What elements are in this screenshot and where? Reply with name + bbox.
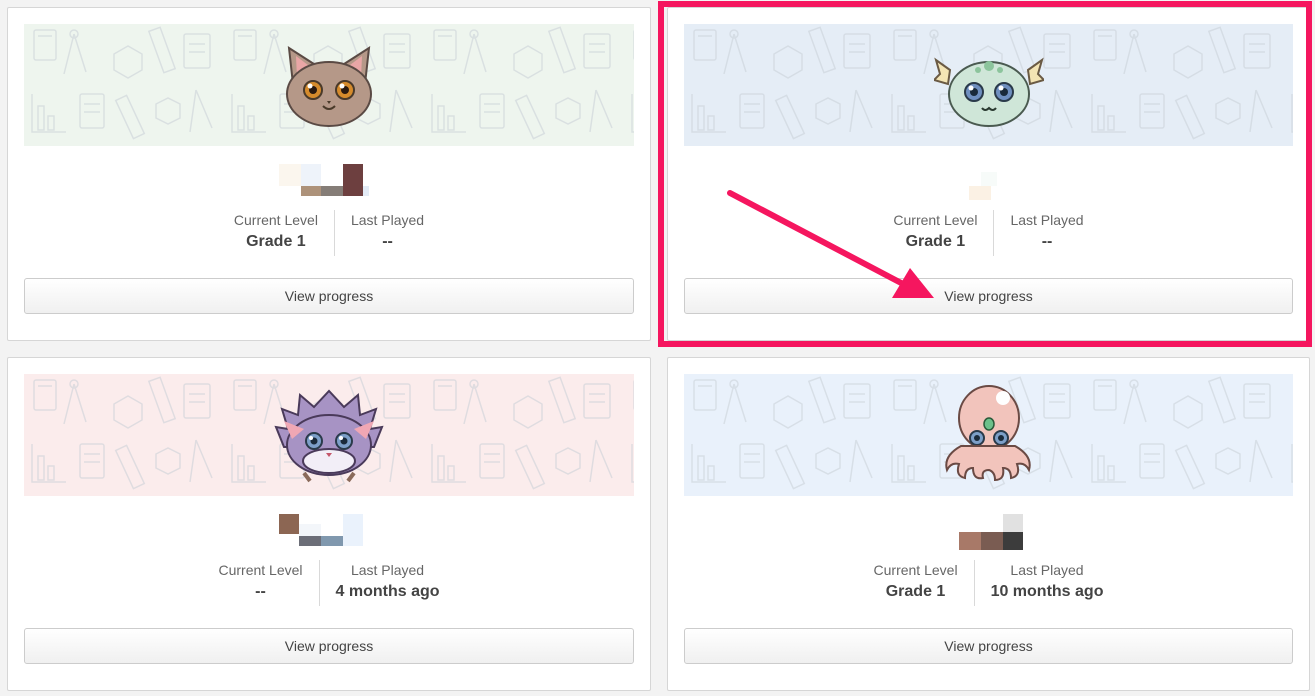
last-played-value: 4 months ago — [335, 583, 440, 600]
student-name-redacted — [279, 164, 379, 198]
card-banner — [684, 374, 1293, 496]
card-stats: Current Level Grade 1 Last Played -- — [668, 210, 1309, 256]
last-played-value: -- — [382, 233, 393, 250]
current-level-label: Current Level — [233, 212, 318, 228]
current-level: Current Level -- — [202, 560, 318, 606]
current-level-label: Current Level — [893, 212, 978, 228]
current-level-value: Grade 1 — [905, 233, 966, 250]
current-level: Current Level Grade 1 — [218, 210, 334, 256]
current-level-value: Grade 1 — [885, 583, 946, 600]
card-stats: Current Level Grade 1 Last Played 10 mon… — [668, 560, 1309, 606]
cat-avatar-icon — [286, 46, 372, 127]
current-level-value: Grade 1 — [246, 233, 306, 250]
last-played-label: Last Played — [1010, 562, 1084, 578]
current-level-label: Current Level — [873, 562, 958, 578]
student-card: Current Level -- Last Played 4 months ag… — [7, 357, 651, 691]
card-banner — [24, 374, 634, 496]
last-played-label: Last Played — [1010, 212, 1084, 228]
last-played-value: -- — [1041, 233, 1053, 250]
last-played: Last Played 4 months ago — [318, 560, 456, 606]
last-played: Last Played 10 months ago — [973, 560, 1120, 606]
card-banner — [24, 24, 634, 146]
hedgehog-avatar-icon — [274, 389, 384, 483]
student-name-redacted — [939, 164, 1039, 200]
student-card: Current Level Grade 1 Last Played 10 mon… — [667, 357, 1310, 691]
last-played: Last Played -- — [333, 210, 440, 256]
student-name-redacted — [939, 514, 1039, 550]
student-card: Current Level Grade 1 Last Played -- Vie… — [667, 7, 1310, 341]
current-level-label: Current Level — [218, 562, 303, 578]
student-card: Current Level Grade 1 Last Played -- Vie… — [7, 7, 651, 341]
last-played-label: Last Played — [350, 562, 425, 578]
current-level: Current Level Grade 1 — [858, 560, 974, 606]
view-progress-button[interactable]: View progress — [684, 278, 1293, 314]
last-played-label: Last Played — [350, 212, 425, 228]
card-stats: Current Level Grade 1 Last Played -- — [8, 210, 650, 256]
current-level-value: -- — [255, 583, 266, 600]
card-stats: Current Level -- Last Played 4 months ag… — [8, 560, 650, 606]
last-played-value: 10 months ago — [990, 583, 1104, 600]
view-progress-button[interactable]: View progress — [24, 278, 634, 314]
view-progress-button[interactable]: View progress — [684, 628, 1293, 664]
dragon-avatar-icon — [933, 57, 1044, 127]
octopus-avatar-icon — [944, 385, 1031, 482]
current-level: Current Level Grade 1 — [877, 210, 993, 256]
student-name-redacted — [279, 514, 379, 548]
view-progress-button[interactable]: View progress — [24, 628, 634, 664]
last-played: Last Played -- — [993, 210, 1099, 256]
card-banner — [684, 24, 1293, 146]
